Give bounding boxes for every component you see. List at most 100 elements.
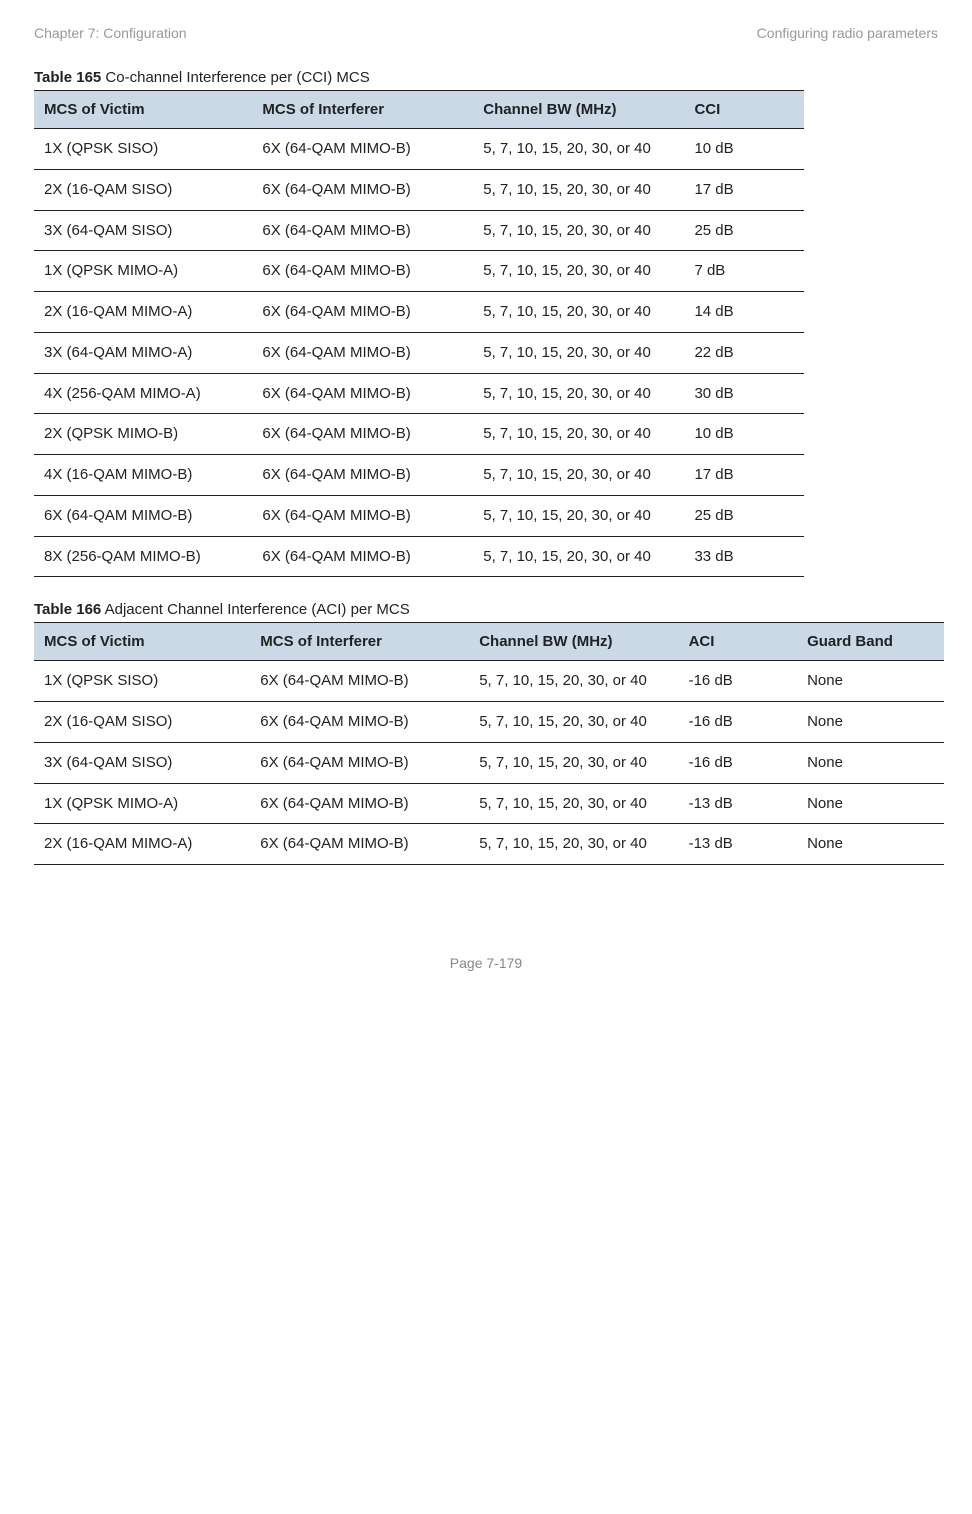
- table-row: 8X (256-QAM MIMO-B)6X (64-QAM MIMO-B)5, …: [34, 536, 804, 577]
- table-cell: 6X (64-QAM MIMO-B): [252, 129, 473, 170]
- table-row: 1X (QPSK MIMO-A)6X (64-QAM MIMO-B)5, 7, …: [34, 251, 804, 292]
- table165-caption: Table 165 Co-channel Interference per (C…: [34, 69, 938, 86]
- table-cell: 5, 7, 10, 15, 20, 30, or 40: [473, 129, 684, 170]
- table166-th-victim: MCS of Victim: [34, 623, 250, 661]
- table-row: 2X (16-QAM SISO)6X (64-QAM MIMO-B)5, 7, …: [34, 702, 944, 743]
- table-cell: 5, 7, 10, 15, 20, 30, or 40: [469, 824, 678, 865]
- table-row: 3X (64-QAM MIMO-A)6X (64-QAM MIMO-B)5, 7…: [34, 332, 804, 373]
- table-cell: 14 dB: [684, 292, 804, 333]
- header-left: Chapter 7: Configuration: [34, 25, 187, 41]
- table-cell: 6X (64-QAM MIMO-B): [252, 414, 473, 455]
- table166-th-aci: ACI: [679, 623, 797, 661]
- table-cell: 6X (64-QAM MIMO-B): [252, 455, 473, 496]
- table-cell: 6X (64-QAM MIMO-B): [252, 292, 473, 333]
- table-row: 2X (16-QAM MIMO-A)6X (64-QAM MIMO-B)5, 7…: [34, 824, 944, 865]
- table166-caption-bold: Table 166: [34, 601, 101, 618]
- table-cell: 17 dB: [684, 169, 804, 210]
- table-cell: 33 dB: [684, 536, 804, 577]
- table166-caption: Table 166 Adjacent Channel Interference …: [34, 601, 938, 618]
- table-cell: 4X (256-QAM MIMO-A): [34, 373, 252, 414]
- table165-th-bw: Channel BW (MHz): [473, 91, 684, 129]
- table-cell: 5, 7, 10, 15, 20, 30, or 40: [473, 536, 684, 577]
- table-cell: 30 dB: [684, 373, 804, 414]
- table-cell: 10 dB: [684, 414, 804, 455]
- table-cell: 6X (64-QAM MIMO-B): [250, 824, 469, 865]
- table-cell: 2X (16-QAM MIMO-A): [34, 292, 252, 333]
- table-cell: 6X (64-QAM MIMO-B): [252, 169, 473, 210]
- table-row: 4X (256-QAM MIMO-A)6X (64-QAM MIMO-B)5, …: [34, 373, 804, 414]
- table166-th-interferer: MCS of Interferer: [250, 623, 469, 661]
- table-cell: None: [797, 702, 944, 743]
- table-cell: -16 dB: [679, 742, 797, 783]
- table-cell: 5, 7, 10, 15, 20, 30, or 40: [473, 292, 684, 333]
- table-cell: -13 dB: [679, 783, 797, 824]
- table-cell: 2X (16-QAM MIMO-A): [34, 824, 250, 865]
- table-cell: 6X (64-QAM MIMO-B): [252, 495, 473, 536]
- table-cell: 2X (QPSK MIMO-B): [34, 414, 252, 455]
- table-cell: 10 dB: [684, 129, 804, 170]
- table-cell: 5, 7, 10, 15, 20, 30, or 40: [473, 373, 684, 414]
- table-row: 2X (QPSK MIMO-B)6X (64-QAM MIMO-B)5, 7, …: [34, 414, 804, 455]
- table-cell: 2X (16-QAM SISO): [34, 702, 250, 743]
- table-cell: 6X (64-QAM MIMO-B): [252, 210, 473, 251]
- table-cell: 5, 7, 10, 15, 20, 30, or 40: [473, 455, 684, 496]
- table-row: 6X (64-QAM MIMO-B)6X (64-QAM MIMO-B)5, 7…: [34, 495, 804, 536]
- table-row: 2X (16-QAM SISO)6X (64-QAM MIMO-B)5, 7, …: [34, 169, 804, 210]
- table165-header-row: MCS of Victim MCS of Interferer Channel …: [34, 91, 804, 129]
- table165-th-cci: CCI: [684, 91, 804, 129]
- table-cell: 5, 7, 10, 15, 20, 30, or 40: [473, 414, 684, 455]
- table165: MCS of Victim MCS of Interferer Channel …: [34, 90, 804, 577]
- table-row: 1X (QPSK SISO)6X (64-QAM MIMO-B)5, 7, 10…: [34, 661, 944, 702]
- table-cell: 5, 7, 10, 15, 20, 30, or 40: [469, 702, 678, 743]
- table166-th-bw: Channel BW (MHz): [469, 623, 678, 661]
- table-cell: 6X (64-QAM MIMO-B): [250, 783, 469, 824]
- table-cell: 6X (64-QAM MIMO-B): [34, 495, 252, 536]
- table-cell: 6X (64-QAM MIMO-B): [252, 536, 473, 577]
- table-cell: 3X (64-QAM SISO): [34, 210, 252, 251]
- table-cell: 17 dB: [684, 455, 804, 496]
- table-cell: 7 dB: [684, 251, 804, 292]
- table-cell: 5, 7, 10, 15, 20, 30, or 40: [469, 783, 678, 824]
- table166-caption-rest: Adjacent Channel Interference (ACI) per …: [101, 601, 409, 618]
- table-cell: 6X (64-QAM MIMO-B): [250, 661, 469, 702]
- table-cell: 3X (64-QAM SISO): [34, 742, 250, 783]
- table166: MCS of Victim MCS of Interferer Channel …: [34, 622, 944, 865]
- table-row: 4X (16-QAM MIMO-B)6X (64-QAM MIMO-B)5, 7…: [34, 455, 804, 496]
- table-cell: 6X (64-QAM MIMO-B): [252, 332, 473, 373]
- table166-th-guard: Guard Band: [797, 623, 944, 661]
- table-cell: 22 dB: [684, 332, 804, 373]
- table-cell: 6X (64-QAM MIMO-B): [250, 702, 469, 743]
- table-cell: None: [797, 783, 944, 824]
- table166-header-row: MCS of Victim MCS of Interferer Channel …: [34, 623, 944, 661]
- table-cell: 6X (64-QAM MIMO-B): [250, 742, 469, 783]
- table-cell: -13 dB: [679, 824, 797, 865]
- table-cell: 1X (QPSK MIMO-A): [34, 251, 252, 292]
- table-row: 2X (16-QAM MIMO-A)6X (64-QAM MIMO-B)5, 7…: [34, 292, 804, 333]
- table-row: 1X (QPSK SISO)6X (64-QAM MIMO-B)5, 7, 10…: [34, 129, 804, 170]
- table165-caption-rest: Co-channel Interference per (CCI) MCS: [101, 69, 369, 86]
- table-cell: 8X (256-QAM MIMO-B): [34, 536, 252, 577]
- header-right: Configuring radio parameters: [757, 25, 938, 41]
- table165-caption-bold: Table 165: [34, 69, 101, 86]
- table-cell: 2X (16-QAM SISO): [34, 169, 252, 210]
- table-cell: None: [797, 824, 944, 865]
- table-cell: 1X (QPSK SISO): [34, 661, 250, 702]
- table-cell: 4X (16-QAM MIMO-B): [34, 455, 252, 496]
- table-cell: 6X (64-QAM MIMO-B): [252, 251, 473, 292]
- table-cell: -16 dB: [679, 702, 797, 743]
- table-row: 3X (64-QAM SISO)6X (64-QAM MIMO-B)5, 7, …: [34, 210, 804, 251]
- table-cell: 3X (64-QAM MIMO-A): [34, 332, 252, 373]
- table-cell: 5, 7, 10, 15, 20, 30, or 40: [473, 169, 684, 210]
- table-cell: 6X (64-QAM MIMO-B): [252, 373, 473, 414]
- table-cell: 5, 7, 10, 15, 20, 30, or 40: [469, 661, 678, 702]
- page-header: Chapter 7: Configuration Configuring rad…: [34, 25, 938, 41]
- table-cell: None: [797, 742, 944, 783]
- table-cell: 5, 7, 10, 15, 20, 30, or 40: [473, 332, 684, 373]
- table-cell: 5, 7, 10, 15, 20, 30, or 40: [473, 495, 684, 536]
- table-row: 1X (QPSK MIMO-A)6X (64-QAM MIMO-B)5, 7, …: [34, 783, 944, 824]
- table-cell: 5, 7, 10, 15, 20, 30, or 40: [473, 251, 684, 292]
- table-row: 3X (64-QAM SISO)6X (64-QAM MIMO-B)5, 7, …: [34, 742, 944, 783]
- table-cell: 5, 7, 10, 15, 20, 30, or 40: [469, 742, 678, 783]
- table-cell: 5, 7, 10, 15, 20, 30, or 40: [473, 210, 684, 251]
- table-cell: 25 dB: [684, 210, 804, 251]
